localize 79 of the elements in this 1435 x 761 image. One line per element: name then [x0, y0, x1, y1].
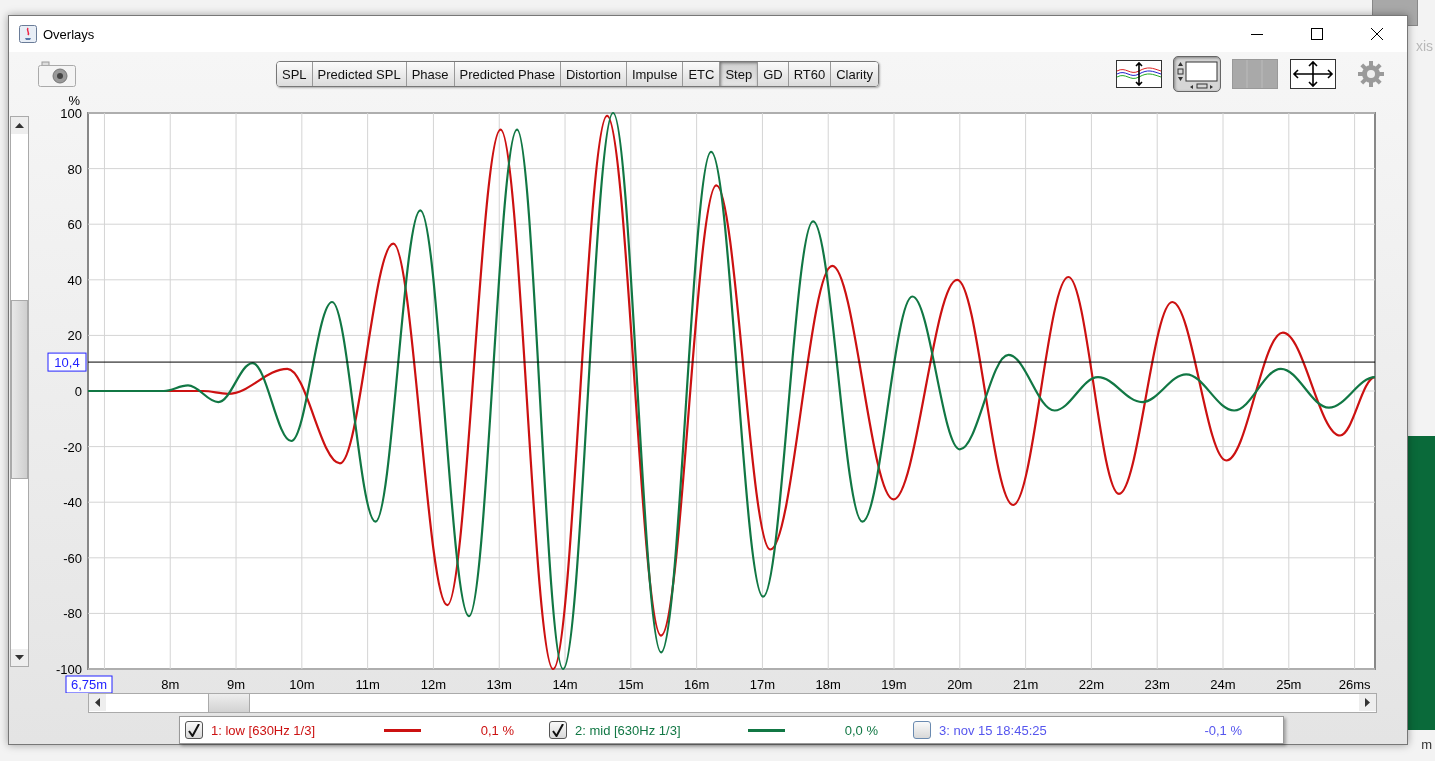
view-tab[interactable]: Predicted SPL	[312, 62, 407, 86]
axis-unit: %	[68, 96, 80, 108]
x-tick-label: 20m	[947, 677, 973, 692]
view-tab[interactable]: Step	[720, 62, 759, 86]
cursor-value-readout: 6,75m	[65, 675, 113, 693]
cursor-value-readout: 10,4	[47, 352, 87, 372]
y-tick-label: 80	[67, 161, 82, 177]
x-tick-label: 11m	[355, 677, 380, 692]
x-tick-label: 23m	[1144, 677, 1170, 692]
x-tick-label: 25m	[1276, 677, 1302, 692]
scroll-right-button[interactable]	[1359, 694, 1376, 711]
y-tick-label: -20	[63, 439, 82, 455]
grid-panel-icon	[1232, 59, 1278, 89]
legend-value: 0,1 %	[479, 722, 515, 738]
scrollbar-thumb[interactable]	[208, 694, 250, 712]
checkbox[interactable]	[549, 721, 567, 739]
view-tab[interactable]: Distortion	[560, 62, 627, 86]
x-tick-label: 14m	[552, 677, 578, 692]
app-icon	[19, 25, 37, 43]
x-tick-label: 16m	[684, 677, 710, 692]
x-tick-label: 24m	[1210, 677, 1236, 692]
x-tick-label: 21m	[1012, 677, 1039, 692]
camera-icon[interactable]	[38, 61, 76, 87]
maximize-icon	[1311, 28, 1323, 40]
right-triangle-icon	[1365, 698, 1370, 707]
background-label: m	[1421, 737, 1432, 752]
checkbox[interactable]	[185, 721, 203, 739]
view-tab[interactable]: Impulse	[626, 62, 684, 86]
view-tab[interactable]: SPL	[277, 62, 313, 86]
legend-value: 0,0 %	[843, 722, 879, 738]
y-tick-label: -80	[63, 606, 82, 622]
scrollbar-thumb[interactable]	[11, 300, 28, 479]
x-tick-label: 22m	[1078, 677, 1105, 692]
x-tick-label: 18m	[815, 677, 841, 692]
checkbox[interactable]	[913, 721, 931, 739]
x-tick-label: 17m	[749, 677, 776, 692]
y-tick-label: -100	[55, 662, 82, 677]
toolbar-button[interactable]	[1289, 56, 1337, 92]
down-triangle-icon	[15, 655, 24, 660]
legend-line-swatch	[748, 728, 785, 732]
move-arrows-icon	[1290, 59, 1336, 89]
y-tick-label: 100	[60, 106, 82, 121]
x-tick-label: 26ms	[1338, 677, 1371, 692]
scroll-down-button[interactable]	[11, 649, 28, 666]
settings-icon	[1357, 60, 1385, 88]
left-triangle-icon	[95, 698, 100, 707]
layout-icon	[1175, 59, 1219, 89]
x-tick-label: 8m	[161, 677, 180, 692]
scroll-up-button[interactable]	[11, 117, 28, 134]
window-title: Overlays	[43, 26, 95, 42]
y-tick-label: 20	[67, 328, 82, 344]
y-tick-label: 60	[67, 217, 82, 233]
x-tick-label: 10m	[289, 677, 315, 692]
vertical-scrollbar[interactable]	[10, 116, 29, 667]
legend-label: 2: mid [630Hz 1/3]	[575, 722, 682, 738]
x-tick-label: 15m	[618, 677, 644, 692]
x-tick-label: 13m	[486, 677, 512, 692]
y-tick-label: -40	[63, 495, 82, 511]
view-tab[interactable]: RT60	[788, 62, 832, 86]
close-icon	[1371, 28, 1383, 40]
y-tick-label: -60	[63, 550, 82, 566]
x-tick-label: 9m	[227, 677, 246, 692]
view-tab[interactable]: GD	[758, 62, 789, 86]
traces-arrows-icon	[1116, 60, 1162, 88]
x-tick-label: 12m	[420, 677, 447, 692]
view-tab[interactable]: Phase	[406, 62, 455, 86]
legend-value: -0,1 %	[1203, 722, 1243, 738]
up-triangle-icon	[15, 123, 24, 128]
background-label: xis	[1415, 38, 1433, 54]
view-tab[interactable]: ETC	[683, 62, 721, 86]
y-tick-label: 0	[74, 384, 82, 399]
view-tab[interactable]: Clarity	[831, 62, 879, 86]
view-tab[interactable]: Predicted Phase	[454, 62, 561, 86]
scroll-left-button[interactable]	[89, 694, 106, 711]
legend-line-swatch	[384, 728, 421, 732]
legend-label: 3: nov 15 18:45:25	[939, 722, 1048, 738]
x-tick-label: 19m	[881, 677, 907, 692]
legend-label: 1: low [630Hz 1/3]	[211, 722, 317, 738]
y-tick-label: 40	[67, 272, 82, 288]
